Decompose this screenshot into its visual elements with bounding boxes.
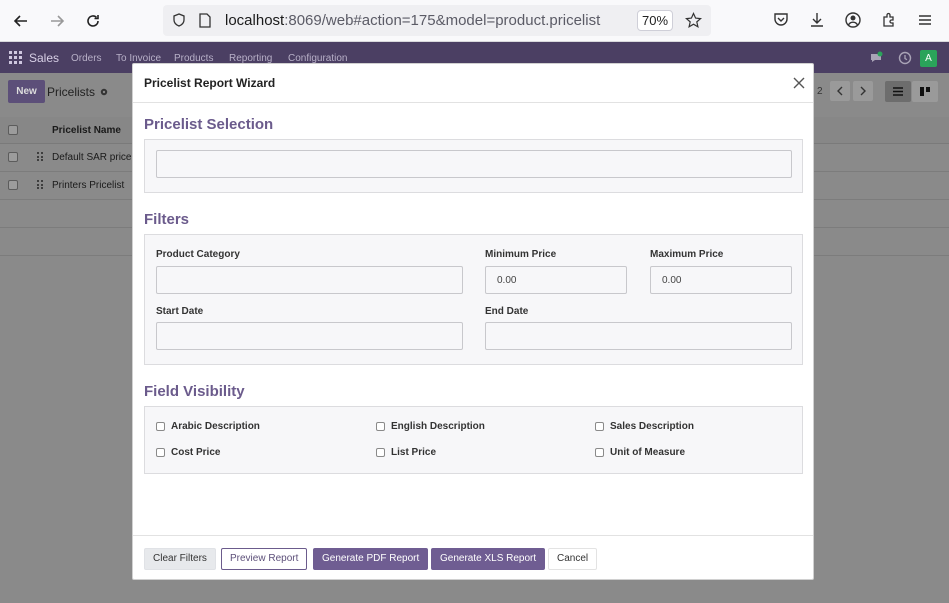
- column-pricelist-name[interactable]: Pricelist Name: [52, 125, 121, 136]
- end-date-input[interactable]: [485, 322, 792, 350]
- generate-xls-report-button[interactable]: Generate XLS Report: [431, 548, 546, 570]
- start-date-input[interactable]: [156, 322, 463, 350]
- bookmark-star-icon[interactable]: [685, 12, 702, 29]
- product-category-label: Product Category: [156, 249, 240, 260]
- kanban-view-button[interactable]: [912, 81, 938, 102]
- filters-group: Product Category Minimum Price Maximum P…: [144, 234, 803, 365]
- shield-icon[interactable]: [172, 13, 186, 27]
- checkbox-box[interactable]: [156, 448, 165, 457]
- drag-handle-icon[interactable]: [37, 180, 43, 190]
- clear-filters-button[interactable]: Clear Filters: [144, 548, 216, 570]
- modal-header: Pricelist Report Wizard: [133, 64, 813, 103]
- pager-value[interactable]: 2: [817, 86, 823, 97]
- cost-price-checkbox[interactable]: Cost Price: [156, 447, 220, 458]
- start-date-label: Start Date: [156, 306, 204, 317]
- field-visibility-group: Arabic Description English Description S…: [144, 406, 803, 474]
- list-view-button[interactable]: [885, 81, 911, 102]
- minimum-price-input[interactable]: [485, 266, 627, 294]
- download-icon[interactable]: [808, 11, 826, 29]
- page-icon[interactable]: [199, 13, 211, 28]
- new-button[interactable]: New: [8, 80, 45, 103]
- hamburger-menu-icon[interactable]: [916, 11, 934, 29]
- list-price-checkbox[interactable]: List Price: [376, 447, 436, 458]
- checkbox-box[interactable]: [156, 422, 165, 431]
- sales-description-checkbox[interactable]: Sales Description: [595, 421, 694, 432]
- checkbox-box[interactable]: [376, 422, 385, 431]
- zoom-level-badge[interactable]: 70%: [637, 10, 673, 31]
- breadcrumb[interactable]: Pricelists: [47, 85, 95, 99]
- maximum-price-label: Maximum Price: [650, 249, 724, 260]
- section-pricelist-selection: Pricelist Selection: [144, 116, 274, 133]
- row-name: Printers Pricelist: [52, 180, 125, 191]
- reload-icon[interactable]: [81, 9, 105, 33]
- modal-title: Pricelist Report Wizard: [144, 76, 276, 90]
- end-date-label: End Date: [485, 306, 529, 317]
- product-category-input[interactable]: [156, 266, 463, 294]
- app-grid-icon[interactable]: [9, 51, 22, 64]
- arabic-description-checkbox[interactable]: Arabic Description: [156, 421, 260, 432]
- chevron-right-icon: [860, 86, 866, 96]
- menu-orders[interactable]: Orders: [71, 53, 102, 64]
- checkbox-box[interactable]: [376, 448, 385, 457]
- modal-footer: Clear Filters Preview Report Generate PD…: [133, 535, 813, 580]
- preview-report-button[interactable]: Preview Report: [221, 548, 308, 570]
- drag-handle-icon[interactable]: [37, 152, 43, 162]
- unit-of-measure-checkbox[interactable]: Unit of Measure: [595, 447, 685, 458]
- section-filters: Filters: [144, 211, 190, 228]
- row-checkbox[interactable]: [8, 152, 18, 162]
- pager-next-button[interactable]: [853, 81, 873, 101]
- account-icon[interactable]: [844, 11, 862, 29]
- user-avatar[interactable]: A: [920, 50, 937, 67]
- section-field-visibility: Field Visibility: [144, 383, 245, 400]
- cancel-button[interactable]: Cancel: [548, 548, 598, 570]
- pricelist-report-wizard-dialog: Pricelist Report Wizard Pricelist Select…: [132, 63, 814, 580]
- checkbox-box[interactable]: [595, 422, 604, 431]
- extensions-icon[interactable]: [880, 11, 898, 29]
- chevron-left-icon: [837, 86, 843, 96]
- generate-pdf-report-button[interactable]: Generate PDF Report: [313, 548, 429, 570]
- pager-prev-button[interactable]: [830, 81, 850, 101]
- app-brand[interactable]: Sales: [29, 51, 59, 65]
- checkbox-box[interactable]: [595, 448, 604, 457]
- gear-icon[interactable]: [99, 87, 109, 97]
- maximum-price-input[interactable]: [650, 266, 792, 294]
- row-checkbox[interactable]: [8, 180, 18, 190]
- clock-icon[interactable]: [898, 51, 912, 65]
- list-icon: [893, 87, 903, 96]
- pricelist-selection-input[interactable]: [156, 150, 792, 178]
- row-name: Default SAR pricel: [52, 152, 134, 163]
- minimum-price-label: Minimum Price: [485, 249, 557, 260]
- browser-toolbar: localhost:8069/web#action=175&model=prod…: [0, 0, 949, 42]
- english-description-checkbox[interactable]: English Description: [376, 421, 485, 432]
- url-text[interactable]: localhost:8069/web#action=175&model=prod…: [225, 12, 629, 29]
- kanban-icon: [920, 87, 930, 96]
- pricelist-selection-group: [144, 139, 803, 193]
- back-arrow-icon[interactable]: [9, 9, 33, 33]
- select-all-checkbox[interactable]: [8, 125, 18, 135]
- chat-icon[interactable]: [869, 51, 883, 65]
- url-bar[interactable]: localhost:8069/web#action=175&model=prod…: [163, 5, 711, 36]
- pocket-icon[interactable]: [772, 11, 790, 29]
- forward-arrow-icon[interactable]: [45, 9, 69, 33]
- close-icon[interactable]: [792, 76, 806, 90]
